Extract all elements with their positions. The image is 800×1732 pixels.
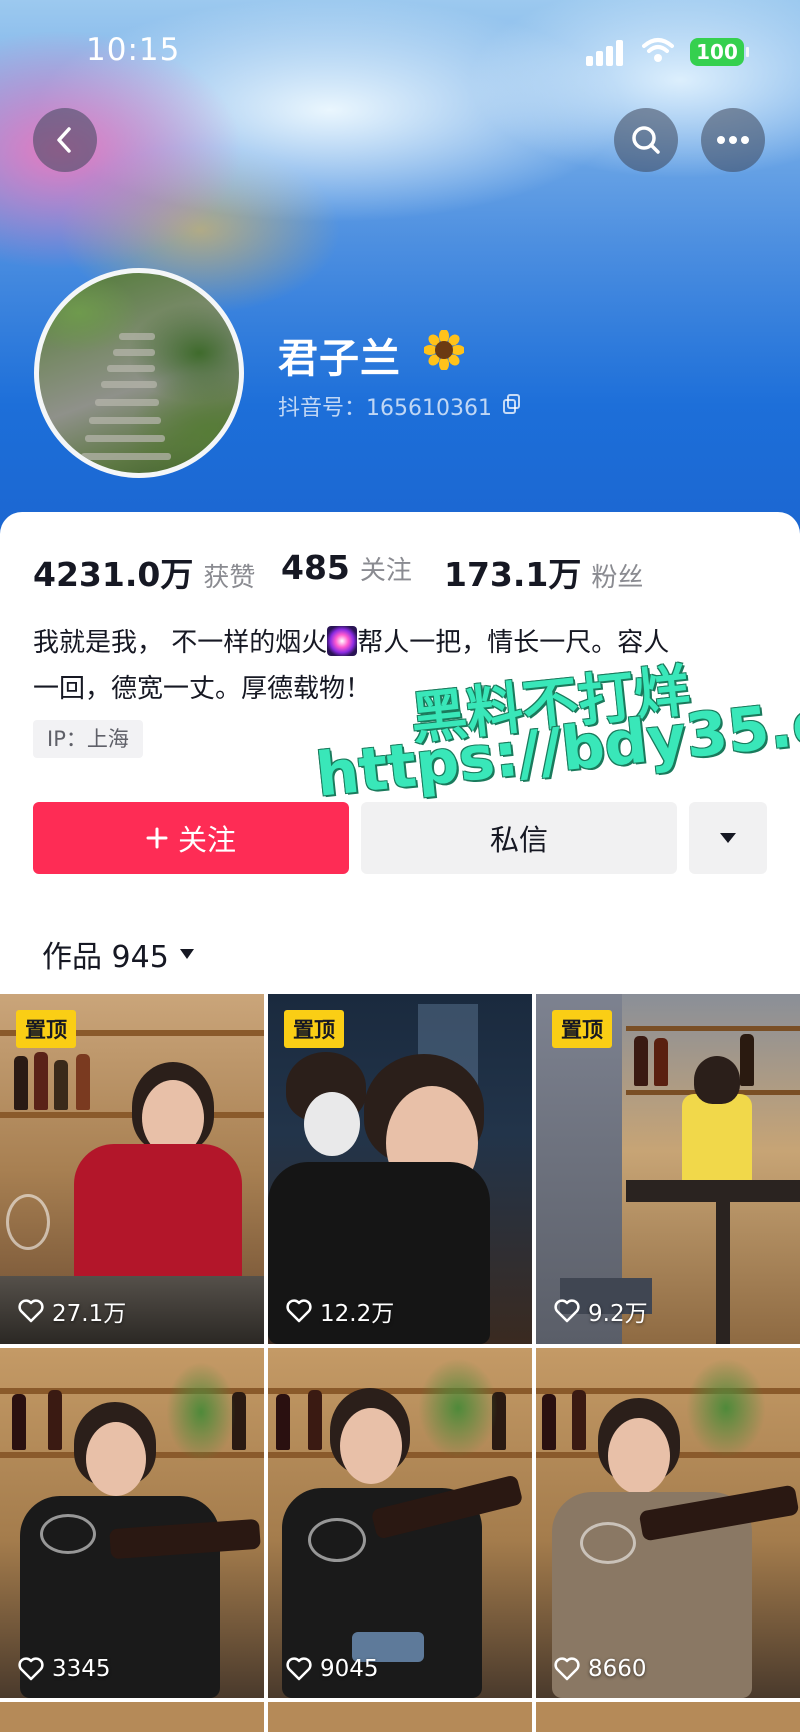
more-button[interactable] bbox=[701, 108, 765, 172]
stat-following[interactable]: 485 关注 bbox=[281, 548, 412, 587]
stat-fans-num: 173.1万 bbox=[444, 555, 582, 594]
ip-location-tag: IP：上海 bbox=[33, 720, 143, 758]
likes-count: 9.2万 bbox=[554, 1294, 648, 1328]
stat-likes-num: 4231.0万 bbox=[33, 555, 194, 594]
video-tile[interactable]: 3345 bbox=[0, 1348, 264, 1698]
heart-icon bbox=[554, 1299, 580, 1323]
video-tile[interactable]: 置顶 27.1万 bbox=[0, 994, 264, 1344]
likes-count-value: 12.2万 bbox=[320, 1301, 395, 1327]
message-button[interactable]: 私信 bbox=[361, 802, 677, 874]
heart-icon bbox=[554, 1657, 580, 1681]
video-tile[interactable] bbox=[0, 1702, 264, 1732]
heart-icon bbox=[18, 1299, 44, 1323]
copy-icon[interactable] bbox=[503, 394, 521, 414]
avatar[interactable] bbox=[34, 268, 244, 478]
search-button[interactable] bbox=[614, 108, 678, 172]
video-tile[interactable]: 8660 bbox=[536, 1348, 800, 1698]
search-icon bbox=[632, 126, 660, 154]
sunflower-icon bbox=[424, 330, 464, 370]
video-tile[interactable]: 置顶 12.2万 bbox=[268, 994, 532, 1344]
caret-down-icon bbox=[179, 949, 194, 959]
back-button[interactable] bbox=[33, 108, 97, 172]
status-time: 10:15 bbox=[86, 32, 181, 68]
pinned-badge: 置顶 bbox=[16, 1010, 76, 1048]
likes-count: 8660 bbox=[554, 1656, 647, 1682]
plus-icon bbox=[146, 827, 168, 849]
likes-count-value: 27.1万 bbox=[52, 1301, 127, 1327]
heart-icon bbox=[286, 1299, 312, 1323]
likes-count: 27.1万 bbox=[18, 1294, 126, 1328]
back-icon bbox=[57, 127, 71, 153]
battery-icon: 100 bbox=[690, 38, 749, 66]
tab-works-label: 作品 945 bbox=[42, 940, 169, 975]
message-label: 私信 bbox=[489, 823, 548, 857]
firework-icon bbox=[327, 626, 358, 656]
likes-count-value: 3345 bbox=[52, 1656, 111, 1682]
bio-text-1: 我就是我， 不一样的烟火 bbox=[33, 628, 328, 658]
pinned-badge: 置顶 bbox=[284, 1010, 344, 1048]
avatar-stairs-image bbox=[79, 333, 189, 473]
follow-button[interactable]: 关注 bbox=[33, 802, 349, 874]
likes-count: 3345 bbox=[18, 1656, 111, 1682]
likes-count-value: 9.2万 bbox=[588, 1301, 648, 1327]
more-icon bbox=[717, 136, 749, 144]
pinned-badge: 置顶 bbox=[552, 1010, 612, 1048]
likes-count-value: 8660 bbox=[588, 1656, 647, 1682]
bio: 我就是我， 不一样的烟火 帮人一把，情长一尺。容人 一回，德宽一丈。厚德载物！ bbox=[33, 620, 773, 712]
follow-label: 关注 bbox=[177, 823, 236, 857]
stat-likes-label: 获赞 bbox=[203, 563, 256, 593]
wifi-icon bbox=[642, 38, 674, 62]
douyin-id: 抖音号：165610361 bbox=[278, 396, 492, 421]
heart-icon bbox=[18, 1657, 44, 1681]
video-tile[interactable] bbox=[536, 1702, 800, 1732]
heart-icon bbox=[286, 1657, 312, 1681]
stat-following-num: 485 bbox=[281, 548, 350, 587]
stat-fans-label: 粉丝 bbox=[591, 563, 644, 593]
nickname: 君子兰 bbox=[278, 336, 401, 382]
stat-following-label: 关注 bbox=[359, 556, 412, 586]
caret-down-icon bbox=[720, 833, 736, 843]
bio-text-3: 一回，德宽一丈。厚德载物！ bbox=[33, 674, 372, 704]
video-tile[interactable] bbox=[268, 1702, 532, 1732]
signal-icon bbox=[586, 40, 626, 66]
recommend-dropdown-button[interactable] bbox=[689, 802, 767, 874]
tab-works[interactable]: 作品 945 bbox=[42, 932, 195, 976]
likes-count: 12.2万 bbox=[286, 1294, 394, 1328]
bio-text-2: 帮人一把，情长一尺。容人 bbox=[357, 628, 670, 658]
video-tile[interactable]: 置顶 9.2万 bbox=[536, 994, 800, 1344]
likes-count-value: 9045 bbox=[320, 1656, 379, 1682]
likes-count: 9045 bbox=[286, 1656, 379, 1682]
stat-fans[interactable]: 173.1万 粉丝 bbox=[444, 548, 643, 596]
stat-likes: 4231.0万 获赞 bbox=[33, 548, 255, 596]
video-tile[interactable]: 9045 bbox=[268, 1348, 532, 1698]
